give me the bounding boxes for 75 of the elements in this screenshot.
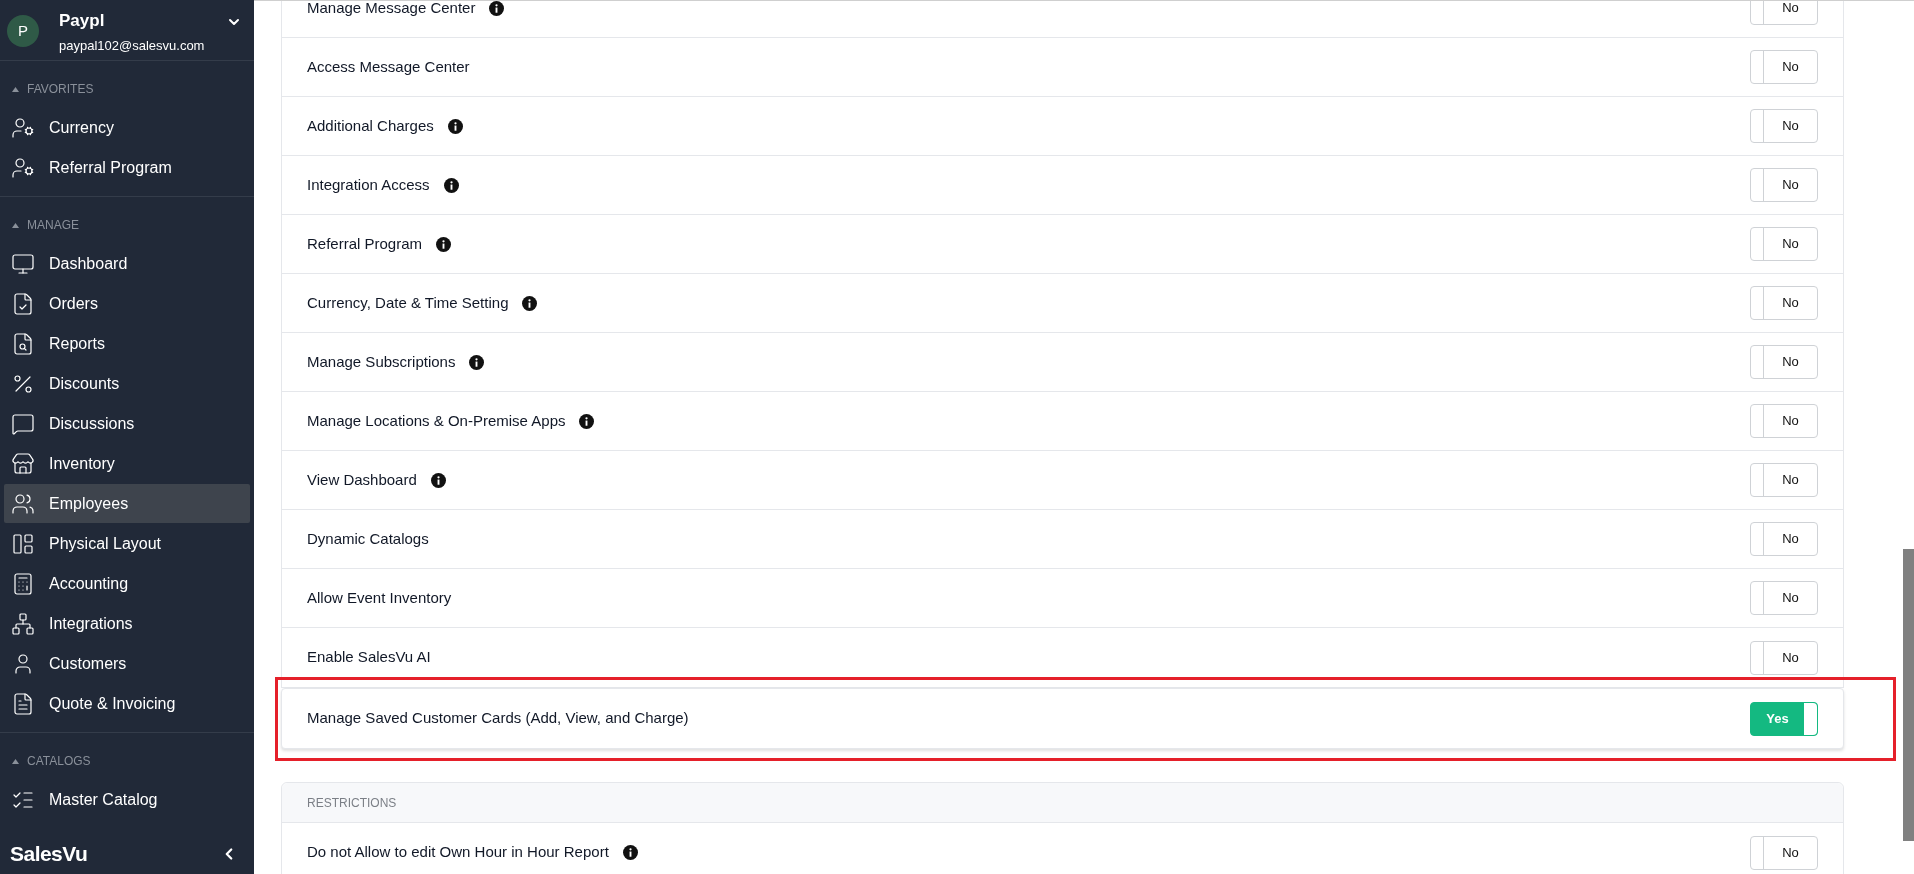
caret-icon[interactable] [12,222,19,228]
caret-icon[interactable] [12,86,19,92]
section-heading: FAVORITES [27,81,94,98]
nav-item[interactable]: Discussions [4,404,250,443]
info-icon[interactable] [522,295,538,311]
nav-item[interactable]: Inventory [4,444,250,483]
toggle-switch[interactable]: No [1750,463,1818,497]
info-icon[interactable] [447,118,463,134]
nav-item[interactable]: Master Catalog [4,780,250,819]
toggle-switch[interactable]: No [1750,1,1818,25]
info-icon[interactable] [469,354,485,370]
permission-label: Manage Saved Customer Cards (Add, View, and Charge) [307,708,689,729]
toggle-switch[interactable]: No [1750,109,1818,143]
info-icon[interactable] [436,236,452,252]
permission-label: Integration Access [307,174,430,195]
section-heading: RESTRICTIONS [307,794,397,812]
toggle-switch[interactable]: No [1750,286,1818,320]
avatar: P [7,15,39,47]
nav-item[interactable]: Accounting [4,564,250,603]
nav-item[interactable]: Employees [4,484,250,523]
info-icon[interactable] [443,177,459,193]
permission-label: Do not Allow to edit Own Hour in Hour Report [307,842,609,863]
nav-item[interactable]: Integrations [4,604,250,643]
nav-item[interactable]: Orders [4,284,250,323]
permission-label: Referral Program [307,233,423,254]
nav-item[interactable]: Dashboard [4,244,250,283]
nav-item[interactable]: Physical Layout [4,524,250,563]
nav-item[interactable]: Quote & Invoicing [4,684,250,723]
permission-label: Currency, Date & Time Setting [307,292,509,313]
toggle-switch[interactable]: No [1750,345,1818,379]
permission-label: Dynamic Catalogs [307,528,429,549]
info-icon[interactable] [622,845,638,860]
nav-item[interactable]: Currency [4,108,250,147]
nav-item[interactable]: Reports [4,324,250,363]
toggle-switch[interactable]: No [1750,581,1818,615]
toggle-switch[interactable]: No [1750,835,1818,870]
nav-item[interactable]: Customers [4,644,250,683]
toggle-switch[interactable]: No [1750,522,1818,556]
account-email: paypal102@salesvu.com [59,36,206,55]
permission-label: Allow Event Inventory [307,587,452,608]
user-gear-icon [11,155,35,180]
toggle-switch[interactable]: No [1750,50,1818,84]
permission-label: Manage Locations & On-Premise Apps [307,410,566,431]
nav-item[interactable]: Discounts [4,364,250,403]
calculator-icon [11,571,35,596]
user-gear-icon [11,115,35,140]
info-icon[interactable] [489,1,505,16]
brand-logo: SalesVu [10,841,88,868]
store-icon [11,451,35,476]
permission-label: View Dashboard [307,469,417,490]
toggle-switch[interactable]: No [1750,404,1818,438]
chat-bubble-icon [11,411,35,436]
caret-icon[interactable] [12,758,19,764]
people-icon [11,491,35,516]
monitor-icon [11,251,35,276]
permission-label: Enable SalesVu AI [307,647,431,668]
section-heading: MANAGE [27,217,79,234]
permission-label: Manage Message Center [307,1,476,18]
toggle-switch[interactable]: No [1750,227,1818,261]
permission-label: Access Message Center [307,56,470,77]
account-name: Paypl [59,10,106,32]
toggle-switch[interactable]: No [1750,640,1818,675]
info-icon[interactable] [579,413,595,429]
section-heading: CATALOGS [27,753,91,770]
permission-label: Additional Charges [307,115,434,136]
scrollbar-thumb[interactable] [1903,549,1914,841]
layout-icon [11,531,35,556]
info-icon[interactable] [430,472,446,488]
document-search-icon [11,331,35,356]
permission-label: Manage Subscriptions [307,351,456,372]
document-icon [11,691,35,716]
document-check-icon [11,291,35,316]
toggle-switch[interactable]: No [1750,168,1818,202]
network-icon [11,611,35,636]
nav-item[interactable]: Referral Program [4,148,250,187]
